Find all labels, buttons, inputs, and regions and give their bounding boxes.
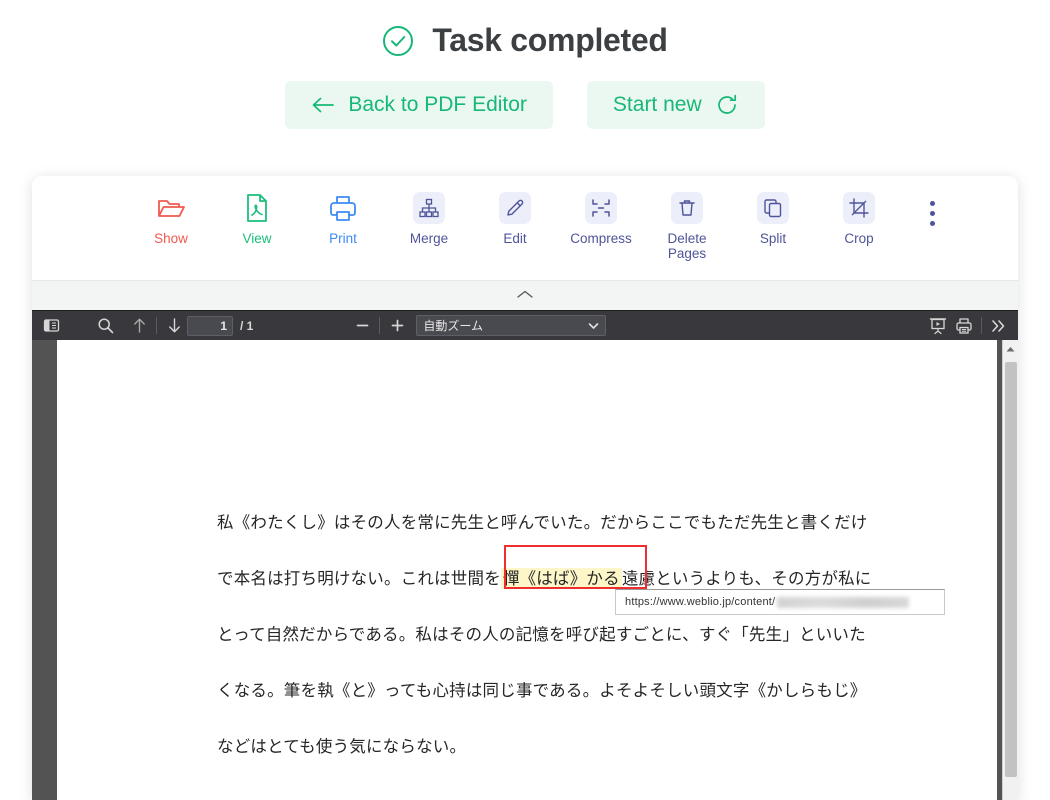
chevron-up-icon bbox=[515, 287, 535, 305]
crop-icon bbox=[843, 192, 875, 224]
tool-delete-pages-label: Delete Pages bbox=[667, 231, 707, 261]
page-number-input[interactable] bbox=[187, 315, 233, 336]
pencil-icon bbox=[499, 192, 531, 224]
tool-print-label: Print bbox=[329, 231, 357, 246]
document-line: 私《わたくし》はその人を常に先生と呼んでいた。だからここでもただ先生と書くだけ bbox=[217, 513, 868, 532]
tool-view-label: View bbox=[242, 231, 272, 246]
redacted-url-block bbox=[777, 596, 910, 608]
arrow-left-icon bbox=[311, 95, 335, 115]
zoom-level-select[interactable]: 自動ズーム bbox=[416, 315, 607, 336]
link-tooltip-url: https://www.weblio.jp/content/ bbox=[625, 596, 776, 608]
document-text: 私《わたくし》はその人を常に先生と呼んでいた。だからここでもただ先生と書くだけ … bbox=[217, 495, 945, 775]
back-to-pdf-editor-label: Back to PDF Editor bbox=[348, 93, 527, 116]
zoom-in-button[interactable] bbox=[384, 314, 410, 338]
tools-toolbar: Show View Print Merge Edit Compress Dele… bbox=[32, 176, 1018, 280]
refresh-icon bbox=[715, 93, 739, 117]
check-circle-icon bbox=[382, 25, 414, 57]
printer-icon bbox=[327, 192, 359, 224]
compress-icon bbox=[585, 192, 617, 224]
merge-tree-icon bbox=[413, 192, 445, 224]
scroll-up-arrow-icon[interactable] bbox=[1003, 340, 1018, 357]
tool-compress-label: Compress bbox=[570, 231, 632, 246]
start-new-label: Start new bbox=[612, 93, 702, 116]
page-title: Task completed bbox=[432, 22, 668, 58]
tool-delete-pages[interactable]: Delete Pages bbox=[644, 192, 730, 261]
collapse-toolbar-button[interactable] bbox=[32, 280, 1018, 310]
link-tooltip: https://www.weblio.jp/content/ bbox=[615, 589, 945, 615]
tool-edit[interactable]: Edit bbox=[472, 192, 558, 246]
pdf-file-icon bbox=[241, 192, 273, 224]
tool-split-label: Split bbox=[759, 231, 787, 246]
tool-compress[interactable]: Compress bbox=[558, 192, 644, 246]
presentation-mode-icon[interactable] bbox=[925, 314, 951, 338]
split-copy-icon bbox=[757, 192, 789, 224]
page-total-label: / 1 bbox=[240, 318, 254, 333]
scrollbar-thumb[interactable] bbox=[1005, 362, 1017, 777]
tool-show[interactable]: Show bbox=[128, 192, 214, 246]
status-header: Task completed bbox=[0, 0, 1050, 59]
zoom-level-value: 自動ズーム bbox=[423, 319, 483, 333]
tool-view[interactable]: View bbox=[214, 192, 300, 246]
action-buttons: Back to PDF Editor Start new bbox=[0, 81, 1050, 129]
tool-print[interactable]: Print bbox=[300, 192, 386, 246]
tool-merge-label: Merge bbox=[409, 231, 449, 246]
chevron-down-icon bbox=[588, 319, 599, 333]
pdf-viewer-toolbar: / 1 自動ズーム bbox=[32, 310, 1018, 340]
document-line: とって自然だからである。私はその人の記憶を呼び起すごとに、すぐ「先生」といいた bbox=[217, 625, 866, 644]
start-new-button[interactable]: Start new bbox=[586, 81, 765, 129]
arrow-up-icon[interactable] bbox=[126, 314, 152, 338]
document-line: などはとても使う気にならない。 bbox=[217, 737, 467, 756]
tool-merge[interactable]: Merge bbox=[386, 192, 472, 246]
trash-icon bbox=[671, 192, 703, 224]
document-line-pre: で本名は打ち明けない。これは世間を bbox=[217, 569, 501, 588]
tool-crop[interactable]: Crop bbox=[816, 192, 902, 246]
folder-open-icon bbox=[155, 192, 187, 224]
sidebar-toggle-icon[interactable] bbox=[38, 314, 64, 338]
zoom-out-button[interactable] bbox=[349, 314, 375, 338]
double-chevron-right-icon[interactable] bbox=[986, 314, 1012, 338]
tool-show-label: Show bbox=[154, 231, 188, 246]
arrow-down-icon[interactable] bbox=[161, 314, 187, 338]
pdf-print-icon[interactable] bbox=[951, 314, 977, 338]
back-to-pdf-editor-button[interactable]: Back to PDF Editor bbox=[285, 81, 553, 129]
kebab-menu-icon[interactable] bbox=[926, 197, 939, 230]
pdf-viewer-area: 私《わたくし》はその人を常に先生と呼んでいた。だからここでもただ先生と書くだけ … bbox=[32, 340, 1018, 800]
document-line: くなる。筆を執《と》っても心持は同じ事である。よそよそしい頭文字《かしらもじ》 bbox=[217, 681, 867, 700]
search-icon[interactable] bbox=[92, 314, 118, 338]
tool-edit-label: Edit bbox=[503, 231, 527, 246]
pdf-page: 私《わたくし》はその人を常に先生と呼んでいた。だからここでもただ先生と書くだけ … bbox=[57, 340, 997, 800]
pdf-editor-card: Show View Print Merge Edit Compress Dele… bbox=[32, 176, 1018, 800]
vertical-scrollbar[interactable] bbox=[1002, 340, 1018, 800]
highlighted-term[interactable]: 憚《はば》かる bbox=[500, 568, 622, 589]
tool-crop-label: Crop bbox=[844, 231, 874, 246]
tool-split[interactable]: Split bbox=[730, 192, 816, 246]
